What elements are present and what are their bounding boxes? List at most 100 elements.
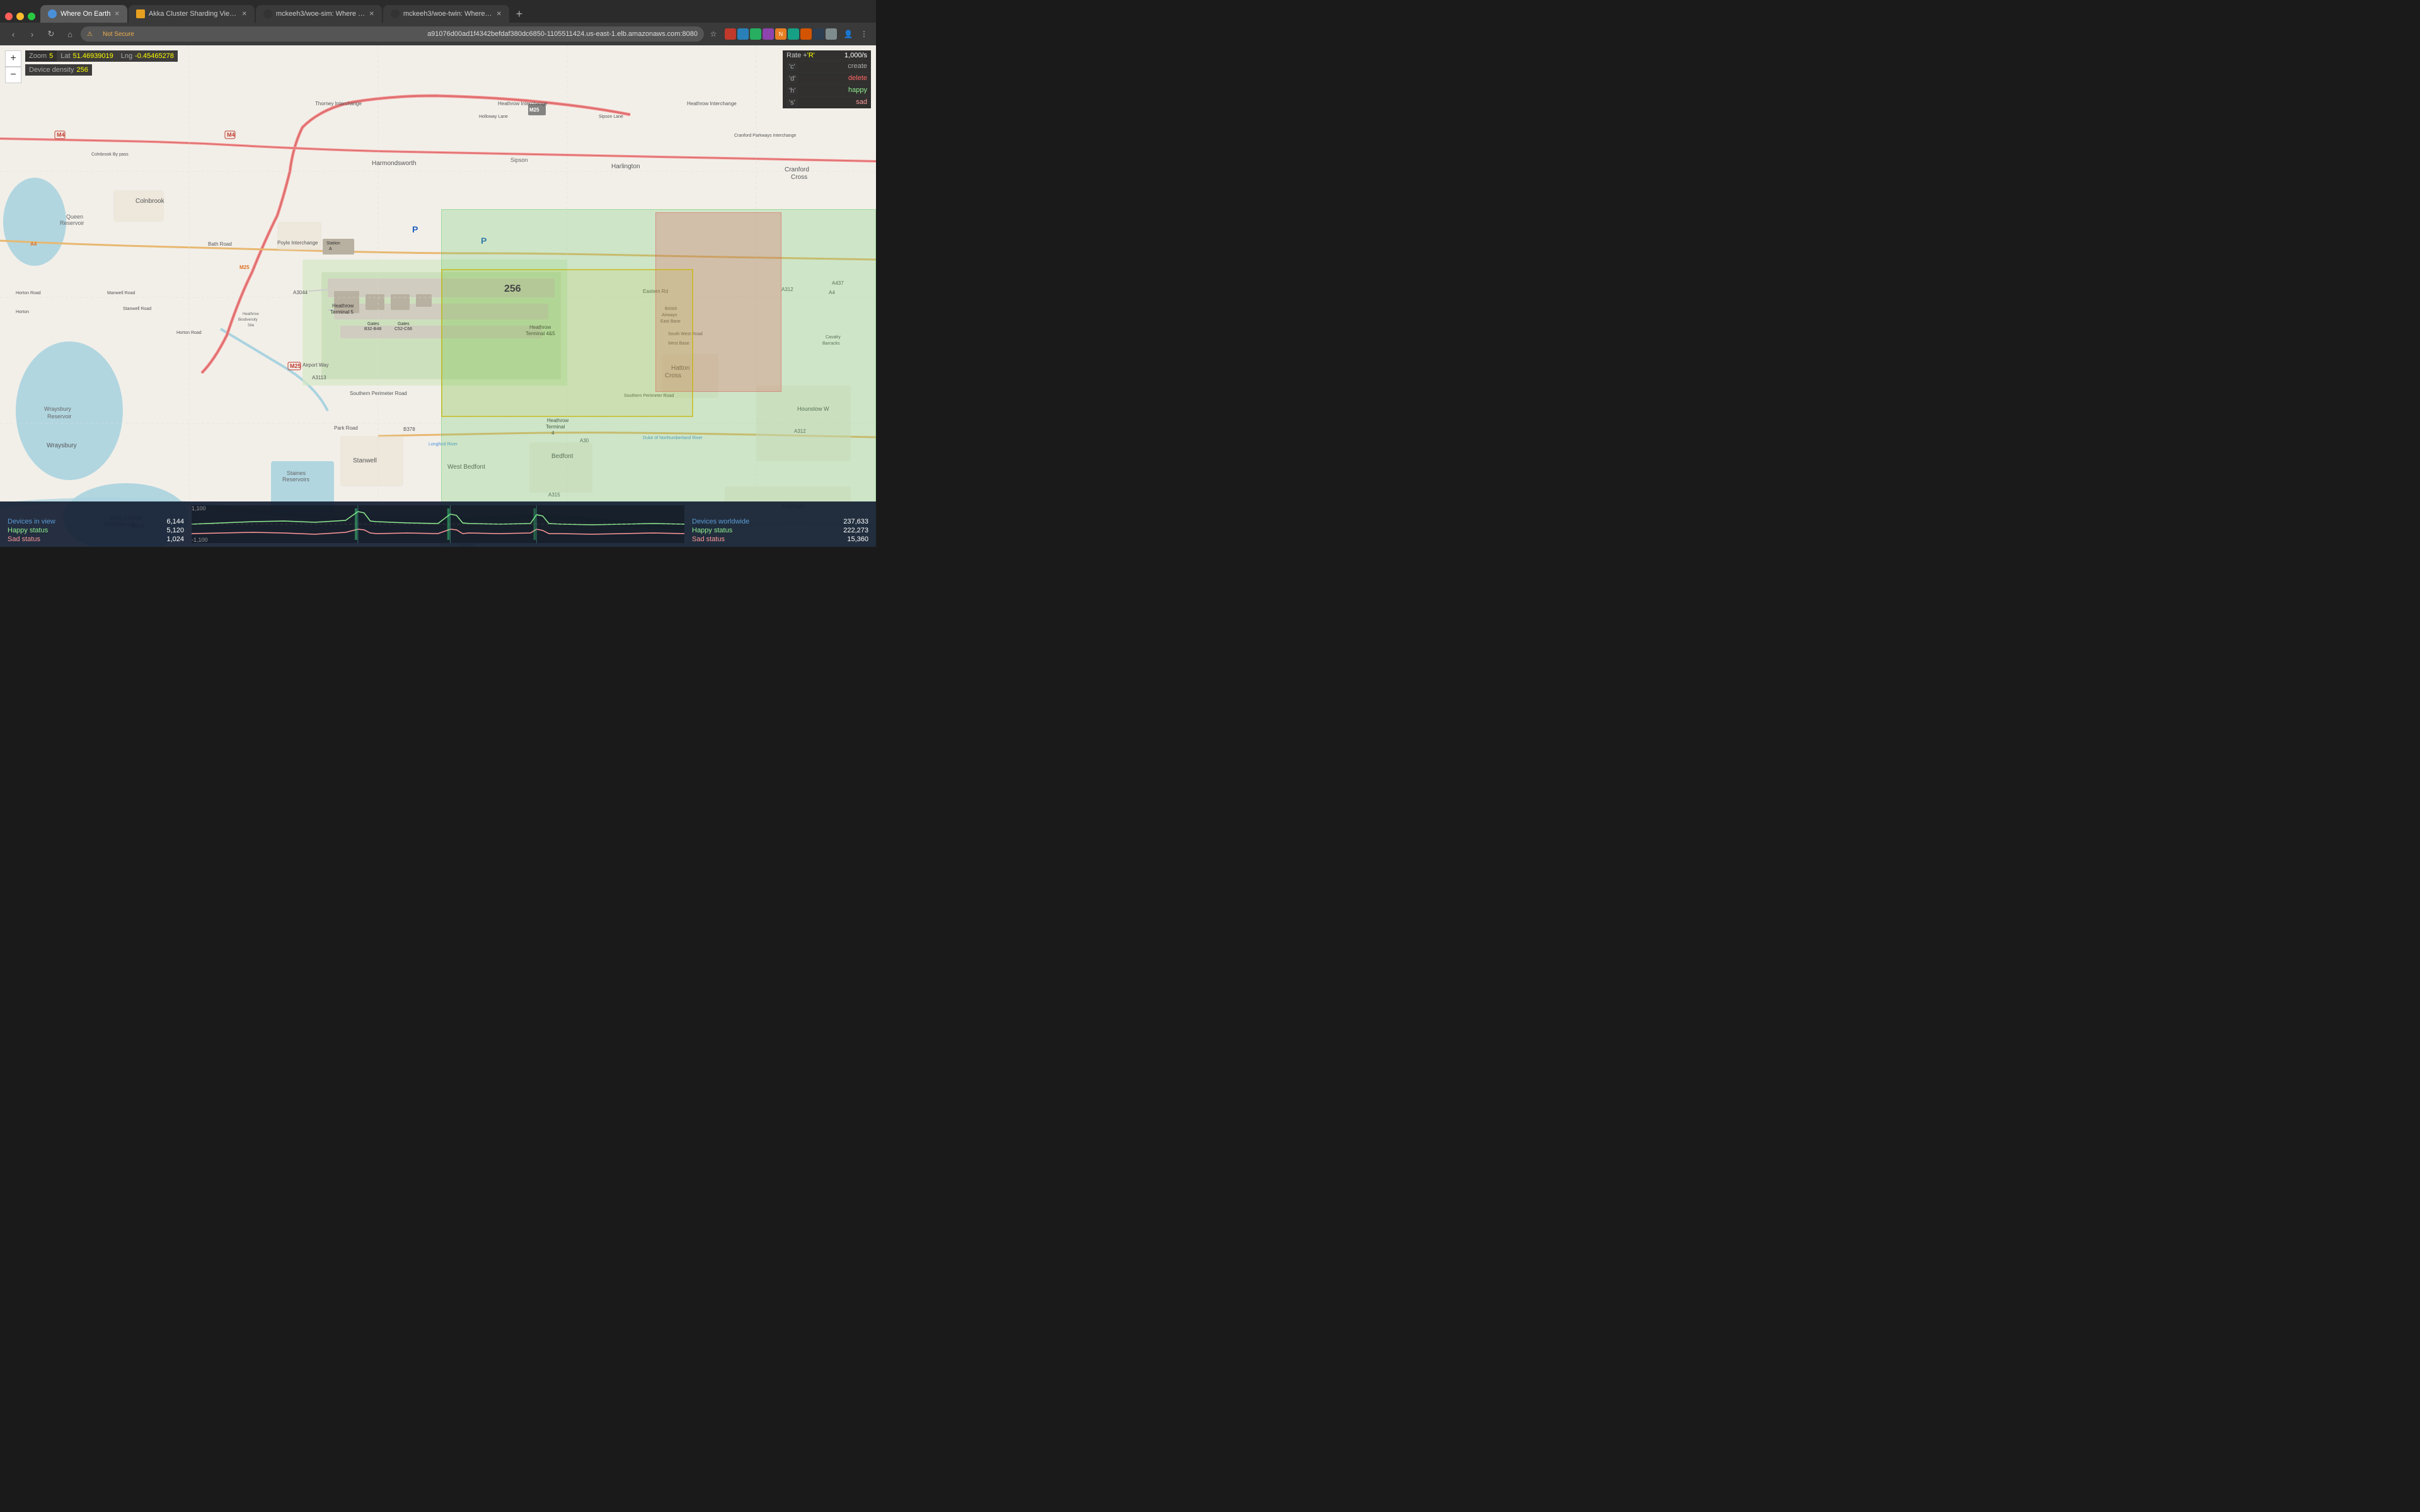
happy-label: happy (848, 86, 867, 95)
svg-text:Cranford: Cranford (785, 166, 809, 173)
svg-text:Heathrow Interchange: Heathrow Interchange (687, 101, 737, 106)
zoom-in-btn[interactable]: + (5, 50, 21, 67)
svg-text:Bath Road: Bath Road (208, 241, 232, 247)
device-density-label: Device density (29, 66, 74, 74)
lock-icon: ⚠ (87, 31, 93, 38)
tab-title-4: mckeeh3/woe-twin: Where On... (403, 10, 493, 18)
svg-text:P: P (412, 224, 418, 234)
stats-row: Devices in view 6,144 Happy status 5,120… (8, 505, 868, 543)
tab-favicon-2 (136, 9, 145, 18)
create-row: 'c' create (783, 61, 871, 73)
zoom-controls: + − (5, 50, 21, 83)
svg-text:B378: B378 (403, 427, 415, 432)
happy-status-left-value: 5,120 (166, 527, 184, 534)
tab-close-4[interactable]: ✕ (496, 11, 501, 18)
tab-close-3[interactable]: ✕ (369, 11, 374, 18)
lat-label: Lat (60, 52, 70, 60)
home-btn[interactable]: ⌂ (62, 26, 78, 42)
sad-status-left-line: Sad status 1,024 (8, 536, 184, 543)
stats-left: Devices in view 6,144 Happy status 5,120… (8, 518, 184, 543)
ext-icon-7[interactable] (800, 28, 812, 40)
browser-chrome: Where On Earth ✕ Akka Cluster Sharding V… (0, 0, 876, 45)
svg-text:Sipson Lane: Sipson Lane (599, 115, 623, 119)
svg-text:Site: Site (248, 324, 255, 328)
svg-text:Gates: Gates (367, 322, 379, 326)
svg-text:Queen: Queen (66, 214, 83, 220)
svg-text:M4: M4 (57, 132, 65, 138)
address-bar[interactable]: ⚠ Not Secure a91076d00ad1f4342befdaf380d… (81, 26, 704, 42)
back-btn[interactable]: ‹ (5, 26, 21, 42)
tab-github-sim[interactable]: mckeeh3/woe-sim: Where On... ✕ (256, 5, 382, 23)
svg-text:M25: M25 (239, 265, 250, 270)
tab-close-1[interactable]: ✕ (114, 11, 119, 18)
tab-akka[interactable]: Akka Cluster Sharding Viewer ✕ (129, 5, 255, 23)
svg-text:Biodiversity: Biodiversity (238, 318, 258, 322)
tab-close-2[interactable]: ✕ (241, 11, 246, 18)
tab-github-twin[interactable]: mckeeh3/woe-twin: Where On... ✕ (383, 5, 509, 23)
tab-bar: Where On Earth ✕ Akka Cluster Sharding V… (0, 0, 876, 23)
svg-text:Southern Perimeter Road: Southern Perimeter Road (350, 391, 407, 396)
svg-text:Station: Station (326, 241, 340, 246)
ext-icon-5[interactable]: N (775, 28, 786, 40)
ext-icon-4[interactable] (763, 28, 774, 40)
reload-btn[interactable]: ↻ (43, 26, 59, 42)
map-container[interactable]: Queen Reservoir Wraysbury Reservoir King… (0, 45, 876, 547)
zoom-out-btn[interactable]: − (5, 67, 21, 83)
svg-text:Cross: Cross (791, 174, 807, 181)
svg-text:Horton Road: Horton Road (176, 331, 202, 335)
chart-svg (192, 505, 684, 543)
zoom-label: Zoom (29, 52, 47, 60)
chart-y-top: 1,100 (192, 505, 206, 512)
maximize-window-btn[interactable] (28, 13, 35, 20)
devices-worldwide-label: Devices worldwide (692, 518, 749, 525)
svg-text:M25: M25 (290, 363, 301, 369)
tab-favicon-3 (263, 9, 272, 18)
minimize-window-btn[interactable] (16, 13, 24, 20)
svg-text:M4: M4 (227, 132, 235, 138)
ext-icon-6[interactable] (788, 28, 799, 40)
devices-in-view-label: Devices in view (8, 518, 55, 525)
svg-text:Gates: Gates (398, 322, 410, 326)
account-btn[interactable]: 👤 (841, 27, 855, 41)
svg-text:Poyle Interchange: Poyle Interchange (277, 240, 318, 246)
chart-y-bottom: -1,100 (192, 537, 208, 543)
zoom-value: 5 (49, 52, 53, 60)
svg-text:Staines: Staines (287, 470, 306, 476)
bookmark-btn[interactable]: ☆ (706, 27, 720, 41)
nav-actions: ☆ N 👤 ⋮ (706, 27, 871, 41)
svg-text:A3044: A3044 (293, 290, 308, 295)
sad-status-right-value: 15,360 (847, 536, 868, 543)
tab-where-on-earth[interactable]: Where On Earth ✕ (40, 5, 127, 23)
svg-text:Reservoir: Reservoir (60, 220, 84, 226)
new-tab-btn[interactable]: + (510, 5, 528, 23)
svg-text:A4: A4 (30, 241, 37, 247)
rate-row: Rate +'R' 1,000/s (783, 50, 871, 61)
sad-status-left-label: Sad status (8, 536, 40, 543)
zoom-info: Zoom 5 (25, 50, 57, 62)
svg-text:Horton Road: Horton Road (16, 291, 41, 295)
ext-icon-3[interactable] (750, 28, 761, 40)
ext-icon-9[interactable] (826, 28, 837, 40)
svg-text:Wraysbury: Wraysbury (47, 442, 77, 449)
ext-icon-1[interactable] (725, 28, 736, 40)
svg-text:Heathrow: Heathrow (243, 312, 259, 316)
ext-icon-2[interactable] (737, 28, 749, 40)
delete-label: delete (848, 74, 867, 83)
svg-text:Sipson: Sipson (510, 157, 528, 163)
svg-text:C52-C66: C52-C66 (395, 327, 412, 331)
close-window-btn[interactable] (5, 13, 13, 20)
svg-text:A: A (329, 247, 332, 251)
yellow-overlay (441, 269, 693, 417)
happy-row: 'h' happy (783, 85, 871, 97)
menu-btn[interactable]: ⋮ (857, 27, 871, 41)
rate-label: Rate +'R' (786, 52, 815, 59)
lat-value: 51.46939019 (73, 52, 113, 60)
tab-title-2: Akka Cluster Sharding Viewer (149, 10, 238, 18)
svg-text:Wraysbury: Wraysbury (44, 406, 71, 412)
forward-btn[interactable]: › (24, 26, 40, 42)
ext-icon-8[interactable] (813, 28, 824, 40)
svg-text:Park Road: Park Road (334, 425, 358, 431)
svg-text:Horton: Horton (16, 310, 29, 314)
lng-value: -0.45465278 (135, 52, 174, 60)
chart-area: 1,100 -1,100 (192, 505, 684, 543)
